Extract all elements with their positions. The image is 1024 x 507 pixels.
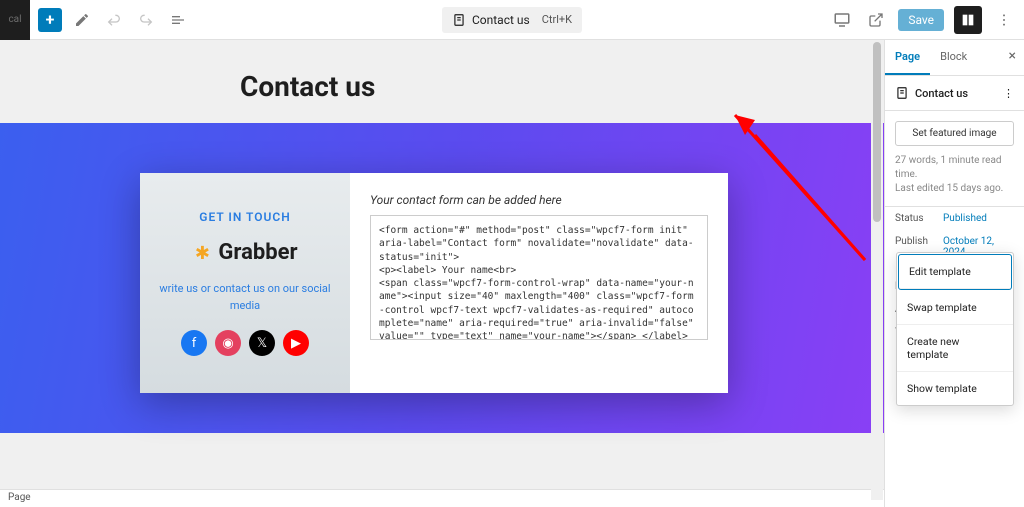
tab-block[interactable]: Block: [930, 40, 977, 75]
card-sidebar: GET IN TOUCH ✱ Grabber write us or conta…: [140, 173, 350, 393]
close-sidebar-icon[interactable]: ×: [1009, 48, 1016, 64]
breadcrumb-bar: Page: [0, 489, 884, 507]
panel-section-title: Contact us: [915, 87, 968, 100]
brand-subtitle: write us or contact us on our social med…: [155, 281, 335, 314]
tab-page[interactable]: Page: [885, 40, 930, 75]
contact-card: GET IN TOUCH ✱ Grabber write us or conta…: [140, 173, 728, 393]
set-featured-image-button[interactable]: Set featured image: [895, 121, 1014, 146]
template-dropdown: Edit template Swap template Create new t…: [896, 252, 1014, 406]
facebook-icon[interactable]: f: [181, 330, 207, 356]
document-outline-icon[interactable]: [166, 8, 190, 32]
keyboard-shortcut: Ctrl+K: [542, 13, 572, 26]
dd-edit-template[interactable]: Edit template: [899, 255, 1011, 289]
external-link-icon[interactable]: [864, 8, 888, 32]
site-logo[interactable]: cal: [0, 0, 30, 40]
vertical-scrollbar[interactable]: [871, 40, 883, 500]
settings-toggle-button[interactable]: [954, 6, 982, 34]
page-meta-text: 27 words, 1 minute read time. Last edite…: [895, 154, 1014, 196]
dd-create-template[interactable]: Create new template: [897, 325, 1013, 372]
x-icon[interactable]: 𝕏: [249, 330, 275, 356]
undo-icon[interactable]: [102, 8, 126, 32]
youtube-icon[interactable]: ▶: [283, 330, 309, 356]
page-title[interactable]: Contact us: [240, 70, 884, 103]
doc-title: Contact us: [472, 13, 530, 27]
scroll-thumb[interactable]: [873, 42, 881, 222]
document-info-bar[interactable]: Contact us Ctrl+K: [442, 7, 582, 33]
settings-sidebar: Page Block × Contact us ⋮ Set featured i…: [884, 40, 1024, 507]
brand-name: Grabber: [218, 240, 297, 265]
dd-show-template[interactable]: Show template: [897, 372, 1013, 405]
brand-icon: ✱: [192, 243, 212, 263]
page-icon: [452, 13, 466, 27]
instagram-icon[interactable]: ◉: [215, 330, 241, 356]
more-options-icon[interactable]: [992, 8, 1016, 32]
save-button[interactable]: Save: [898, 9, 944, 31]
desktop-view-icon[interactable]: [830, 8, 854, 32]
sidebar-tabs: Page Block ×: [885, 40, 1024, 76]
edit-mode-icon[interactable]: [70, 8, 94, 32]
add-block-button[interactable]: +: [38, 8, 62, 32]
tagline: GET IN TOUCH: [199, 210, 290, 224]
page-icon: [895, 86, 909, 100]
editor-canvas[interactable]: Contact us GET IN TOUCH ✱ Grabber write …: [0, 40, 884, 507]
code-preview[interactable]: <form action="#" method="post" class="wp…: [370, 215, 708, 340]
form-caption: Your contact form can be added here: [370, 193, 708, 207]
row-status[interactable]: StatusPublished: [885, 207, 1024, 230]
hero-background: GET IN TOUCH ✱ Grabber write us or conta…: [0, 123, 884, 433]
dd-swap-template[interactable]: Swap template: [897, 291, 1013, 325]
panel-actions-icon[interactable]: ⋮: [1003, 87, 1014, 100]
top-toolbar: cal + Contact us Ctrl+K Save: [0, 0, 1024, 40]
redo-icon[interactable]: [134, 8, 158, 32]
card-form-area: Your contact form can be added here <for…: [350, 173, 728, 393]
